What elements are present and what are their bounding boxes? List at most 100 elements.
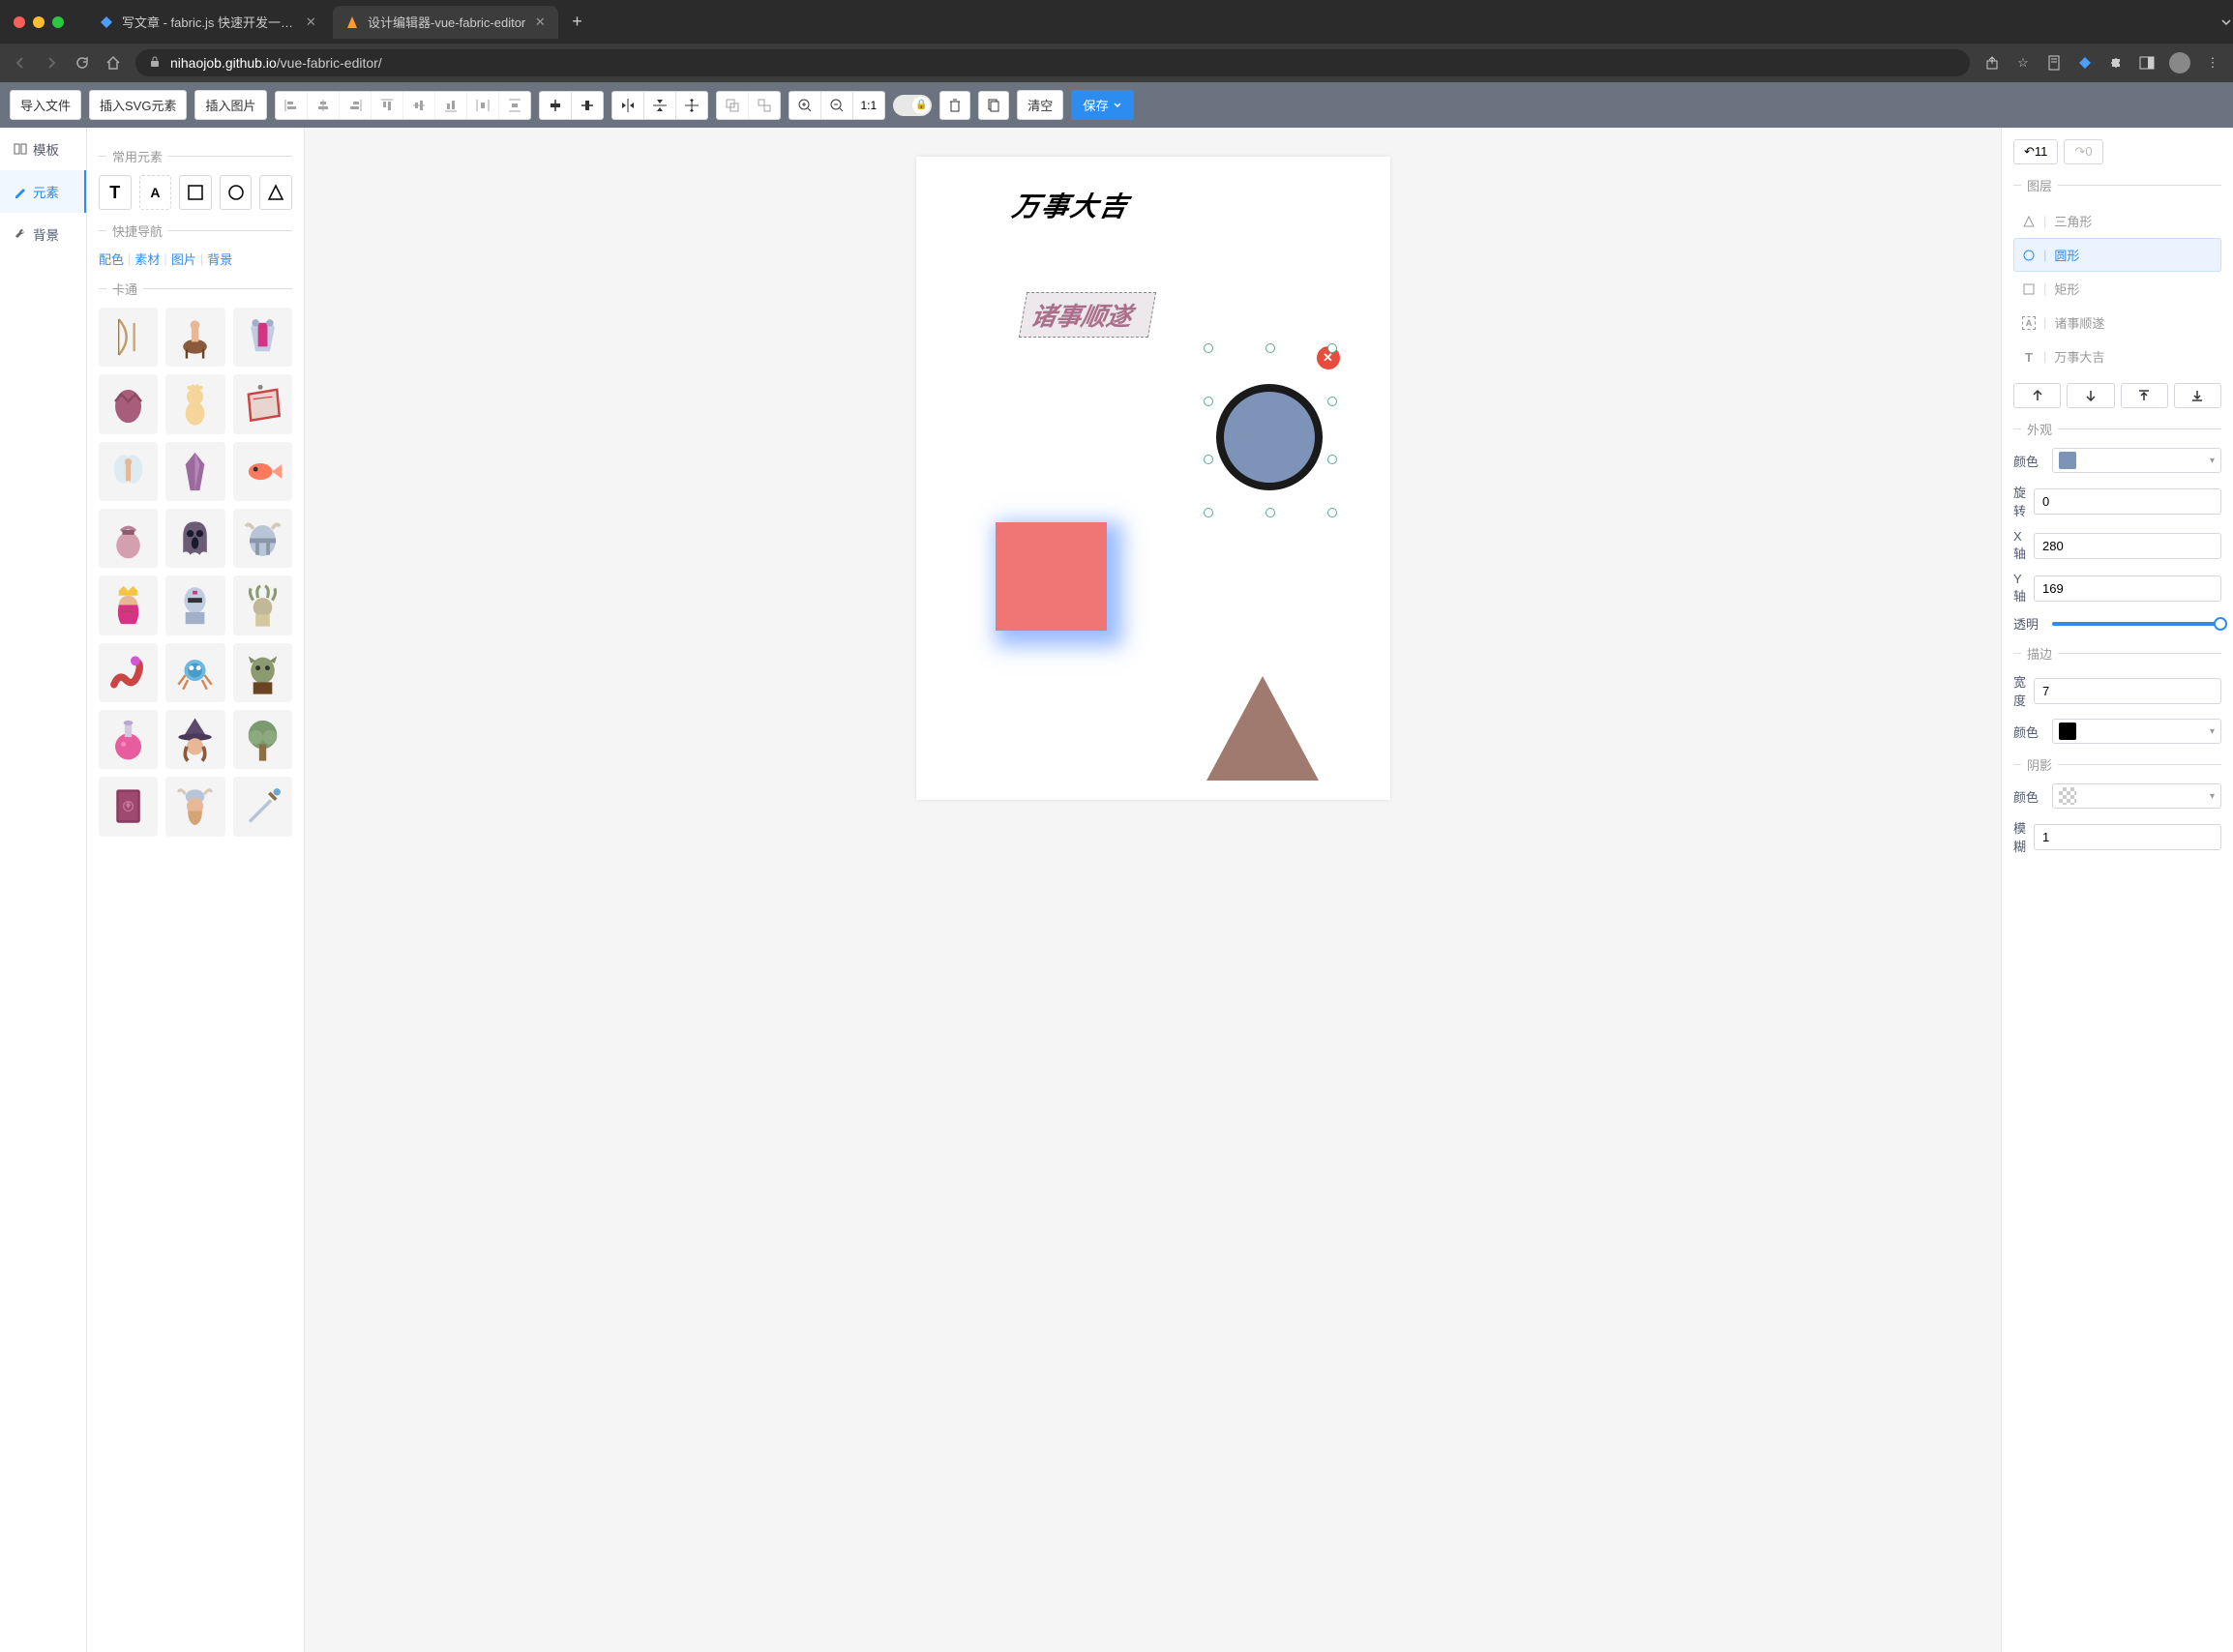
circle-tool[interactable] [220, 175, 253, 210]
slider-thumb[interactable] [2214, 617, 2227, 631]
star-icon[interactable]: ☆ [2014, 54, 2032, 72]
quicknav-image[interactable]: 图片 [171, 250, 196, 268]
window-close-icon[interactable] [14, 16, 25, 28]
quicknav-bg[interactable]: 背景 [207, 250, 232, 268]
resize-handle[interactable] [1265, 508, 1275, 517]
asset-spider[interactable] [165, 643, 224, 702]
group-icon[interactable] [717, 92, 749, 119]
asset-orc[interactable] [233, 643, 292, 702]
asset-fish[interactable] [233, 442, 292, 501]
asset-sword[interactable] [233, 777, 292, 836]
itext-tool[interactable]: A [139, 175, 172, 210]
asset-viking-helmet[interactable] [233, 509, 292, 568]
delete-icon[interactable] [940, 92, 969, 119]
zoom-out-icon[interactable] [821, 92, 853, 119]
blur-input[interactable] [2034, 824, 2221, 850]
import-file-button[interactable]: 导入文件 [10, 90, 81, 120]
resize-handle[interactable] [1327, 508, 1337, 517]
layer-item-text[interactable]: T|万事大吉 [2013, 339, 2221, 373]
distribute-v-icon[interactable] [499, 92, 530, 119]
distribute-h-icon[interactable] [467, 92, 499, 119]
redo-button[interactable]: ↷0 [2064, 139, 2102, 164]
asset-medusa[interactable] [233, 575, 292, 634]
asset-snake[interactable] [99, 643, 158, 702]
rotate-input[interactable] [2034, 488, 2221, 515]
nav-home-icon[interactable] [104, 55, 122, 71]
resize-handle[interactable] [1204, 455, 1213, 464]
asset-armor[interactable] [233, 308, 292, 367]
extension-icon[interactable] [2076, 54, 2094, 72]
asset-cupid[interactable] [165, 374, 224, 433]
resize-handle[interactable] [1265, 343, 1275, 353]
browser-tab[interactable]: 写文章 - fabric.js 快速开发一个图 ✕ [87, 6, 329, 39]
asset-crystal[interactable] [165, 442, 224, 501]
shadow-color-picker[interactable]: ▾ [2052, 783, 2221, 809]
rect-tool[interactable] [179, 175, 212, 210]
x-input[interactable] [2034, 533, 2221, 559]
window-maximize-icon[interactable] [52, 16, 64, 28]
undo-button[interactable]: ↶11 [2013, 139, 2058, 164]
center-h-icon[interactable] [540, 92, 572, 119]
nav-reload-icon[interactable] [74, 55, 91, 71]
asset-centaur[interactable] [165, 308, 224, 367]
chevron-down-icon[interactable] [2219, 15, 2233, 29]
asset-tree[interactable] [233, 710, 292, 769]
align-center-h-icon[interactable] [308, 92, 340, 119]
nav-back-icon[interactable] [12, 55, 29, 71]
resize-handle[interactable] [1327, 455, 1337, 464]
menu-icon[interactable]: ⋮ [2204, 54, 2221, 72]
asset-bow[interactable] [99, 308, 158, 367]
nav-template[interactable]: 模板 [0, 128, 86, 170]
canvas-rect[interactable] [996, 522, 1107, 631]
resize-handle[interactable] [1204, 343, 1213, 353]
canvas-text-1[interactable]: 万事大吉 [1009, 186, 1132, 224]
resize-handle[interactable] [1204, 397, 1213, 406]
zoom-reset-button[interactable]: 1:1 [853, 92, 885, 119]
stroke-width-input[interactable] [2034, 678, 2221, 704]
window-minimize-icon[interactable] [33, 16, 45, 28]
asset-map[interactable] [233, 374, 292, 433]
copy-icon[interactable] [979, 92, 1008, 119]
lock-toggle[interactable]: 🔒 [893, 95, 932, 116]
panel-icon[interactable] [2138, 54, 2156, 72]
ungroup-icon[interactable] [749, 92, 780, 119]
tab-close-icon[interactable]: ✕ [533, 15, 547, 29]
layer-down-button[interactable] [2067, 383, 2114, 408]
asset-knight[interactable] [165, 575, 224, 634]
profile-avatar-icon[interactable] [2169, 52, 2190, 74]
stroke-color-picker[interactable]: ▾ [2052, 719, 2221, 744]
opacity-slider[interactable] [2052, 622, 2221, 626]
layer-item-triangle[interactable]: |三角形 [2013, 204, 2221, 238]
flip-h-icon[interactable] [612, 92, 644, 119]
asset-egg[interactable] [99, 374, 158, 433]
insert-svg-button[interactable]: 插入SVG元素 [89, 90, 187, 120]
layer-item-circle[interactable]: |圆形 [2013, 238, 2221, 272]
layer-up-button[interactable] [2013, 383, 2061, 408]
asset-potion[interactable] [99, 710, 158, 769]
quicknav-color[interactable]: 配色 [99, 250, 124, 268]
flip-v-icon[interactable] [644, 92, 676, 119]
resize-handle[interactable] [1327, 397, 1337, 406]
flip-both-icon[interactable] [676, 92, 707, 119]
insert-image-button[interactable]: 插入图片 [194, 90, 266, 120]
browser-tab[interactable]: 设计编辑器-vue-fabric-editor ✕ [333, 6, 558, 39]
zoom-in-icon[interactable] [789, 92, 821, 119]
nav-element[interactable]: 元素 [0, 170, 86, 213]
canvas[interactable]: 万事大吉 诸事顺遂 ✕ [916, 157, 1390, 800]
tab-close-icon[interactable]: ✕ [305, 15, 317, 29]
share-icon[interactable] [1983, 54, 2001, 72]
clear-button[interactable]: 清空 [1017, 90, 1063, 120]
center-v-icon[interactable] [572, 92, 603, 119]
align-bottom-icon[interactable] [435, 92, 467, 119]
puzzle-icon[interactable] [2107, 54, 2125, 72]
resize-handle[interactable] [1327, 343, 1337, 353]
quicknav-material[interactable]: 素材 [134, 250, 160, 268]
url-input[interactable]: nihaojob.github.io/vue-fabric-editor/ [135, 49, 1970, 76]
text-tool[interactable]: T [99, 175, 132, 210]
fill-color-picker[interactable]: ▾ [2052, 448, 2221, 473]
save-button[interactable]: 保存 [1071, 90, 1134, 120]
layer-item-itext[interactable]: A|诸事顺遂 [2013, 306, 2221, 339]
asset-ghost[interactable] [165, 509, 224, 568]
layer-bottom-button[interactable] [2174, 383, 2221, 408]
new-tab-button[interactable]: + [562, 12, 592, 32]
